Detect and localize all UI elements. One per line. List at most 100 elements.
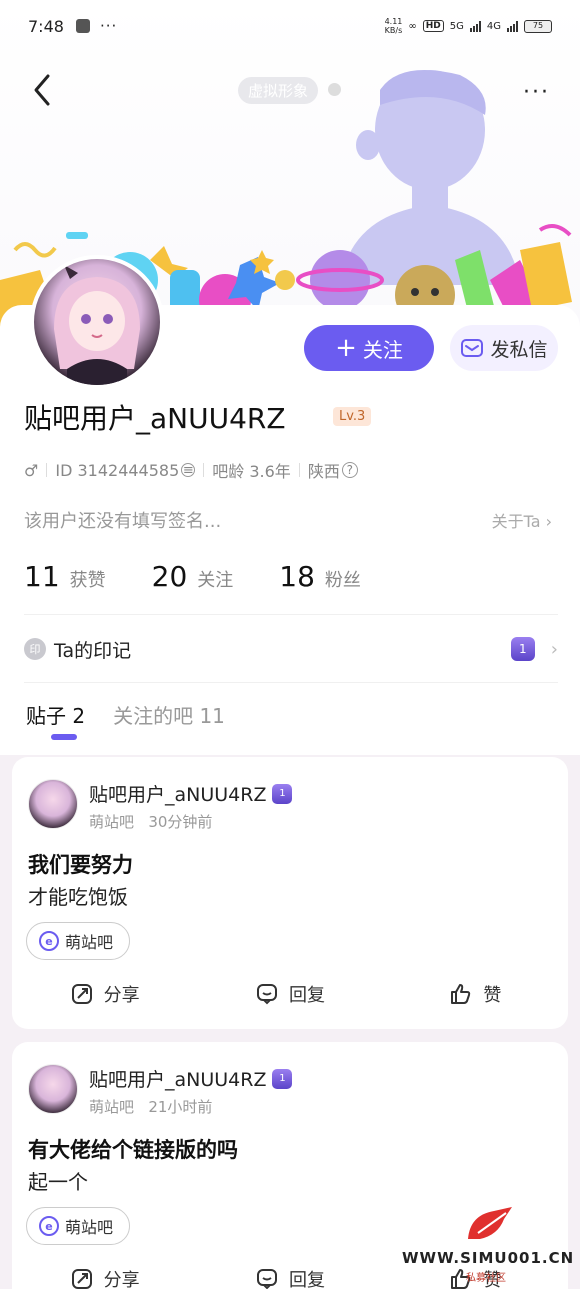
forum-icon: e: [39, 931, 59, 951]
seal-icon: 印: [24, 638, 46, 660]
post-title: 我们要努力: [28, 853, 133, 877]
follow-label: 关注: [362, 337, 403, 362]
share-button[interactable]: 分享: [12, 979, 197, 1009]
stat-fans[interactable]: 18 粉丝: [279, 560, 361, 593]
thumbs-up-icon: [451, 984, 471, 1004]
bar-age: 吧龄 3.6年: [212, 462, 291, 481]
mark-badge-icon: 1: [510, 637, 535, 661]
forum-icon: e: [39, 1216, 59, 1236]
marks-row[interactable]: 印 Ta的印记 1 ›: [24, 632, 558, 666]
share-button[interactable]: 分享: [12, 1264, 197, 1289]
share-icon: [71, 1269, 92, 1289]
stat-following[interactable]: 20 关注: [152, 560, 234, 593]
tab-followed-bars[interactable]: 关注的吧 11: [113, 700, 225, 729]
post-meta: 萌站吧 21小时前: [89, 1096, 212, 1117]
help-icon[interactable]: ?: [341, 462, 358, 478]
stat-fans-label: 粉丝: [324, 570, 361, 591]
signal-4g-label: 4G: [486, 20, 501, 32]
stat-following-num: 20: [151, 560, 188, 593]
tab-posts[interactable]: 贴子 2: [26, 700, 85, 740]
reply-button[interactable]: 回复: [197, 979, 382, 1009]
marks-label: Ta的印记: [54, 639, 132, 662]
like-button[interactable]: 赞: [383, 979, 568, 1009]
watermark-logo-icon: [468, 1207, 512, 1239]
forum-tag[interactable]: e 萌站吧: [26, 1207, 131, 1245]
profile-avatar[interactable]: [30, 255, 164, 389]
mark-badge-icon: 1: [272, 1068, 293, 1089]
mail-icon: [461, 339, 484, 357]
signal-5g-label: 5G: [449, 20, 464, 32]
post-body: 起一个: [28, 1170, 88, 1194]
forum-tag-label: 萌站吧: [65, 933, 114, 952]
divider: [24, 614, 558, 615]
plus-icon: +: [335, 333, 357, 363]
post-body: 才能吃饱饭: [28, 885, 128, 909]
message-label: 发私信: [490, 338, 548, 361]
post-forum: 萌站吧: [89, 813, 135, 831]
site-watermark: WWW.SIMU001.CN 私募社区: [400, 1205, 578, 1285]
stat-likes-num: 11: [24, 560, 60, 593]
meta-divider: [298, 463, 300, 477]
status-bar: 7:48 ··· 4.11 KB/s ∞ HD 5G 4G 75: [0, 0, 580, 52]
about-link[interactable]: 关于Ta ›: [492, 508, 552, 532]
share-icon: [71, 984, 92, 1004]
net-speed: 4.11 KB/s: [384, 17, 403, 35]
back-arrow-icon[interactable]: [24, 70, 64, 110]
chevron-right-icon: ›: [550, 638, 558, 660]
reply-label: 回复: [288, 985, 325, 1006]
follow-button[interactable]: + 关注: [304, 325, 434, 371]
watermark-subtext: 私募社区: [466, 1273, 506, 1284]
virtual-avatar-chip[interactable]: 虚拟形象: [238, 77, 319, 104]
stat-likes[interactable]: 11 获赞: [24, 560, 106, 593]
battery-icon: 75: [524, 19, 552, 33]
username: 贴吧用户_aNUU4RZ: [24, 402, 286, 435]
user-id: ID 3142444585: [55, 460, 180, 480]
meta-divider: [46, 463, 48, 477]
send-message-button[interactable]: 发私信: [450, 325, 558, 371]
status-time: 7:48: [28, 16, 64, 36]
reply-label: 回复: [288, 1270, 325, 1289]
post-time: 21小时前: [148, 1098, 213, 1116]
mark-badge-icon: 1: [272, 783, 293, 804]
divider: [24, 682, 558, 683]
signature-text: 该用户还没有填写签名...: [24, 511, 222, 532]
post-actions: 分享 回复 赞: [12, 979, 568, 1009]
post-forum: 萌站吧: [89, 1098, 135, 1116]
link-icon: ∞: [408, 20, 417, 32]
signal-icon-2: [507, 20, 518, 32]
reply-button[interactable]: 回复: [197, 1264, 382, 1289]
signal-icon: [469, 20, 481, 32]
post-title: 有大佬给个链接版的吗: [28, 1138, 238, 1162]
share-label: 分享: [103, 1270, 140, 1289]
post-avatar[interactable]: [28, 1064, 78, 1114]
post-card[interactable]: 贴吧用户_aNUU4RZ 1 萌站吧 30分钟前 我们要努力 才能吃饱饭 e 萌…: [12, 757, 568, 1029]
gender-male-icon: ♂: [24, 460, 39, 480]
region: 陕西: [307, 462, 340, 481]
status-more-dots: ···: [99, 17, 118, 35]
comment-icon: [256, 1269, 277, 1289]
stat-following-label: 关注: [197, 570, 234, 591]
watermark-text: WWW.SIMU001.CN: [402, 1249, 575, 1267]
profile-meta: ♂ ID 3142444585 ≡ 吧龄 3.6年 陕西 ?: [24, 458, 358, 482]
stats-row: 11 获赞 20 关注 18 粉丝: [24, 560, 407, 593]
hd-icon: HD: [422, 20, 444, 32]
post-author-name: 贴吧用户_aNUU4RZ: [89, 1069, 267, 1091]
forum-tag[interactable]: e 萌站吧: [26, 922, 131, 960]
copy-id-icon[interactable]: ≡: [181, 463, 196, 478]
post-time: 30分钟前: [148, 813, 213, 831]
like-label: 赞: [483, 985, 502, 1006]
stat-likes-label: 获赞: [69, 570, 106, 591]
chevron-right-icon: ›: [545, 512, 552, 531]
stat-fans-num: 18: [279, 560, 315, 593]
post-avatar[interactable]: [28, 779, 78, 829]
post-meta: 萌站吧 30分钟前: [89, 811, 212, 832]
post-author[interactable]: 贴吧用户_aNUU4RZ 1: [89, 1065, 293, 1092]
anime-avatar-art: [54, 265, 140, 385]
post-author-name: 贴吧用户_aNUU4RZ: [89, 784, 267, 806]
about-label: 关于Ta: [491, 512, 541, 531]
forum-tag-label: 萌站吧: [65, 1218, 114, 1237]
meta-divider: [203, 463, 205, 477]
comment-icon: [256, 984, 277, 1005]
post-author[interactable]: 贴吧用户_aNUU4RZ 1: [89, 780, 293, 807]
level-badge[interactable]: Lv.3: [333, 407, 372, 426]
